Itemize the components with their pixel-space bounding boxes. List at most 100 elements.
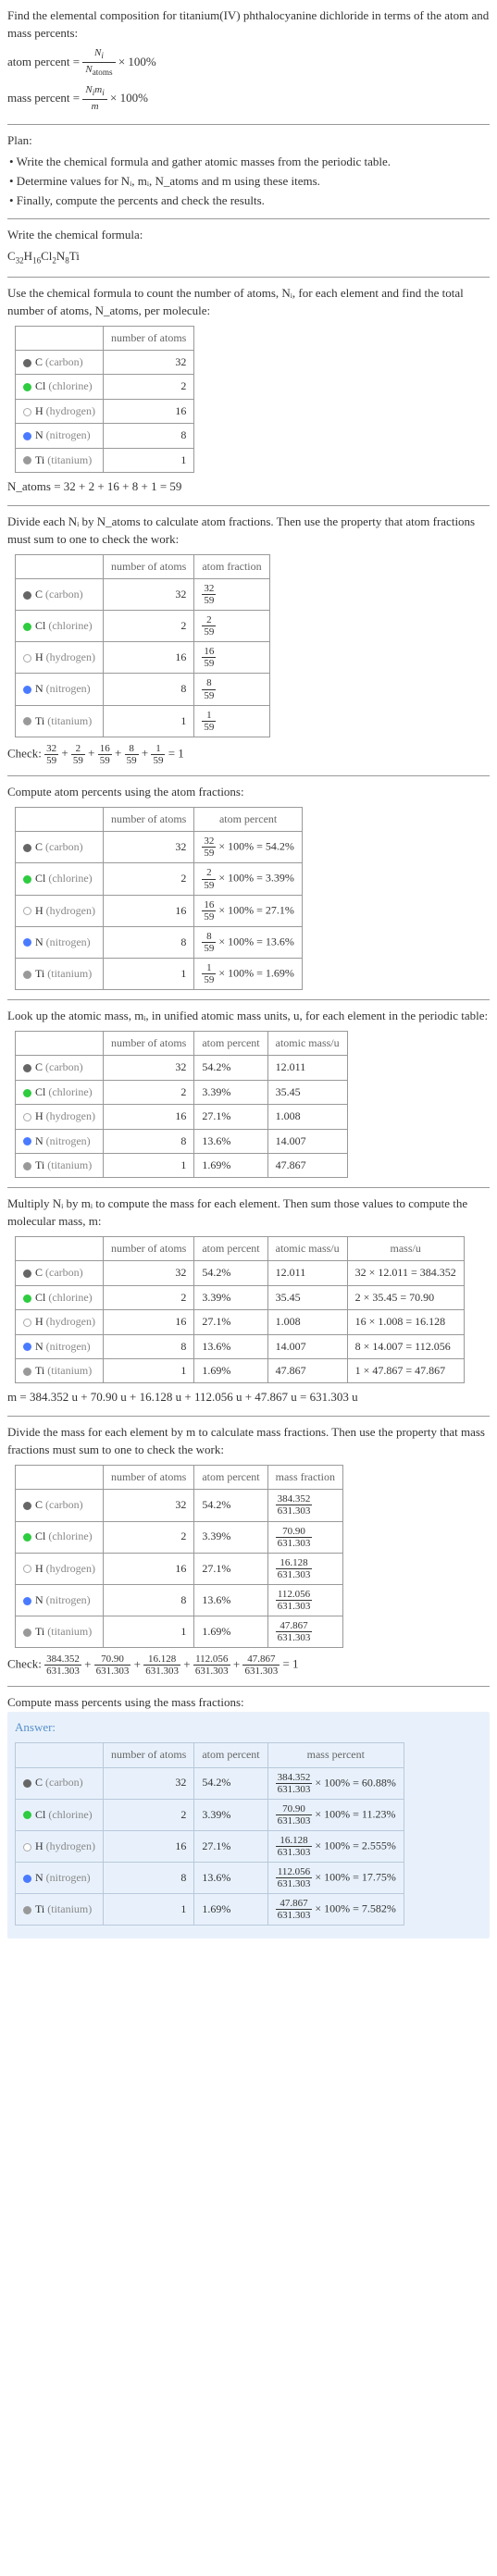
element-cell: C (carbon) xyxy=(16,1261,104,1285)
mass-frac-table: number of atomsatom percentmass fraction… xyxy=(15,1465,343,1648)
element-cell: N (nitrogen) xyxy=(16,1129,104,1153)
atom-pct-table: number of atomsatom percent C (carbon)32… xyxy=(15,807,303,990)
element-cell: C (carbon) xyxy=(16,832,104,863)
element-dot-icon xyxy=(23,1319,31,1327)
table-row: N (nitrogen)813.6%14.0078 × 14.007 = 112… xyxy=(16,1334,465,1358)
table-row: H (hydrogen)161659 xyxy=(16,642,270,674)
element-cell: Ti (titanium) xyxy=(16,705,104,737)
mass-lookup-text: Look up the atomic mass, mᵢ, in unified … xyxy=(7,1008,490,1025)
element-dot-icon xyxy=(23,1597,31,1605)
element-cell: C (carbon) xyxy=(16,1056,104,1080)
atoms-count-table: number of atoms C (carbon)32Cl (chlorine… xyxy=(15,326,194,473)
document-root: Find the elemental composition for titan… xyxy=(0,0,497,1946)
separator xyxy=(7,1686,490,1687)
separator xyxy=(7,505,490,506)
element-cell: N (nitrogen) xyxy=(16,1584,104,1616)
mass-frac-check: Check: 384.352631.303 + 70.90631.303 + 1… xyxy=(7,1653,490,1677)
element-dot-icon xyxy=(23,1294,31,1303)
table-row: N (nitrogen)8859 xyxy=(16,674,270,705)
element-cell: N (nitrogen) xyxy=(16,674,104,705)
element-cell: Ti (titanium) xyxy=(16,1616,104,1648)
element-cell: Cl (chlorine) xyxy=(16,863,104,895)
write-formula-label: Write the chemical formula: xyxy=(7,227,490,244)
separator xyxy=(7,1187,490,1188)
element-dot-icon xyxy=(23,1533,31,1542)
element-dot-icon xyxy=(23,971,31,979)
element-cell: H (hydrogen) xyxy=(16,1105,104,1129)
table-row: Cl (chlorine)23.39%70.90631.303 xyxy=(16,1521,343,1553)
element-cell: Ti (titanium) xyxy=(16,959,104,990)
table-row: N (nitrogen)813.6%14.007 xyxy=(16,1129,348,1153)
element-dot-icon xyxy=(23,1779,31,1788)
atomic-mass-table: number of atomsatom percentatomic mass/u… xyxy=(15,1031,348,1178)
element-cell: Cl (chlorine) xyxy=(16,1799,104,1830)
times-100-2: × 100% xyxy=(110,91,148,105)
table-row: H (hydrogen)1627.1%1.008 xyxy=(16,1105,348,1129)
atom-percent-label: atom percent xyxy=(7,55,70,68)
atom-frac-text: Divide each Nᵢ by N_atoms to calculate a… xyxy=(7,514,490,549)
element-cell: Ti (titanium) xyxy=(16,1359,104,1383)
table-row: Cl (chlorine)23.39%70.90631.303 × 100% =… xyxy=(16,1799,404,1830)
separator xyxy=(7,124,490,125)
element-dot-icon xyxy=(23,1269,31,1278)
intro-text: Find the elemental composition for titan… xyxy=(7,7,490,43)
element-cell: Ti (titanium) xyxy=(16,1153,104,1177)
separator xyxy=(7,1416,490,1417)
table-row: C (carbon)32 xyxy=(16,351,194,375)
element-dot-icon xyxy=(23,359,31,367)
table-row: Ti (titanium)11.69%47.867631.303 × 100% … xyxy=(16,1894,404,1926)
col-num-atoms: number of atoms xyxy=(104,326,194,350)
table-row: Cl (chlorine)23.39%35.45 xyxy=(16,1080,348,1104)
element-cell: Cl (chlorine) xyxy=(16,1285,104,1309)
n-atoms-equation: N_atoms = 32 + 2 + 16 + 8 + 1 = 59 xyxy=(7,478,490,496)
element-dot-icon xyxy=(23,875,31,884)
mass-mult-text: Multiply Nᵢ by mᵢ to compute the mass fo… xyxy=(7,1195,490,1231)
table-row: Ti (titanium)1 xyxy=(16,448,194,472)
element-cell: N (nitrogen) xyxy=(16,1863,104,1894)
separator xyxy=(7,775,490,776)
element-cell: H (hydrogen) xyxy=(16,895,104,926)
element-cell: Cl (chlorine) xyxy=(16,1521,104,1553)
element-cell: C (carbon) xyxy=(16,351,104,375)
atom-pct-text: Compute atom percents using the atom fra… xyxy=(7,784,490,801)
element-dot-icon xyxy=(23,1343,31,1351)
plan-item: • Finally, compute the percents and chec… xyxy=(9,192,490,210)
element-dot-icon xyxy=(23,907,31,915)
table-row: N (nitrogen)8 xyxy=(16,424,194,448)
element-cell: H (hydrogen) xyxy=(16,1310,104,1334)
element-dot-icon xyxy=(23,1162,31,1170)
separator xyxy=(7,218,490,219)
table-row: H (hydrogen)1627.1%16.128631.303 xyxy=(16,1553,343,1584)
element-cell: H (hydrogen) xyxy=(16,399,104,423)
element-dot-icon xyxy=(23,1843,31,1852)
element-dot-icon xyxy=(23,623,31,631)
element-dot-icon xyxy=(23,938,31,947)
table-row: N (nitrogen)8859 × 100% = 13.6% xyxy=(16,926,303,958)
use-formula-text: Use the chemical formula to count the nu… xyxy=(7,285,490,320)
mass-pct-text: Compute mass percents using the mass fra… xyxy=(7,1694,490,1712)
table-row: H (hydrogen)1627.1%16.128631.303 × 100% … xyxy=(16,1830,404,1862)
element-dot-icon xyxy=(23,1064,31,1072)
atom-frac-check: Check: 3259 + 259 + 1659 + 859 + 159 = 1 xyxy=(7,743,490,766)
element-dot-icon xyxy=(23,1875,31,1883)
table-row: Cl (chlorine)2259 × 100% = 3.39% xyxy=(16,863,303,895)
element-dot-icon xyxy=(23,1565,31,1573)
answer-box: Answer: number of atomsatom percentmass … xyxy=(7,1712,490,1938)
answer-table: number of atomsatom percentmass percent … xyxy=(15,1742,404,1926)
element-cell: N (nitrogen) xyxy=(16,1334,104,1358)
element-dot-icon xyxy=(23,654,31,663)
element-cell: H (hydrogen) xyxy=(16,642,104,674)
table-row: C (carbon)3254.2%384.352631.303 × 100% =… xyxy=(16,1767,404,1799)
table-row: Ti (titanium)11.69%47.867631.303 xyxy=(16,1616,343,1648)
table-row: Ti (titanium)11.69%47.867 xyxy=(16,1153,348,1177)
table-row: N (nitrogen)813.6%112.056631.303 × 100% … xyxy=(16,1863,404,1894)
table-row: Cl (chlorine)23.39%35.452 × 35.45 = 70.9… xyxy=(16,1285,465,1309)
element-dot-icon xyxy=(23,1906,31,1914)
table-row: H (hydrogen)161659 × 100% = 27.1% xyxy=(16,895,303,926)
chemical-formula: C32H16Cl2N8Ti xyxy=(7,248,490,267)
m-equation: m = 384.352 u + 70.90 u + 16.128 u + 112… xyxy=(7,1389,490,1406)
table-row: C (carbon)3254.2%384.352631.303 xyxy=(16,1490,343,1521)
element-cell: H (hydrogen) xyxy=(16,1830,104,1862)
plan-item: • Write the chemical formula and gather … xyxy=(9,154,490,171)
element-dot-icon xyxy=(23,717,31,725)
